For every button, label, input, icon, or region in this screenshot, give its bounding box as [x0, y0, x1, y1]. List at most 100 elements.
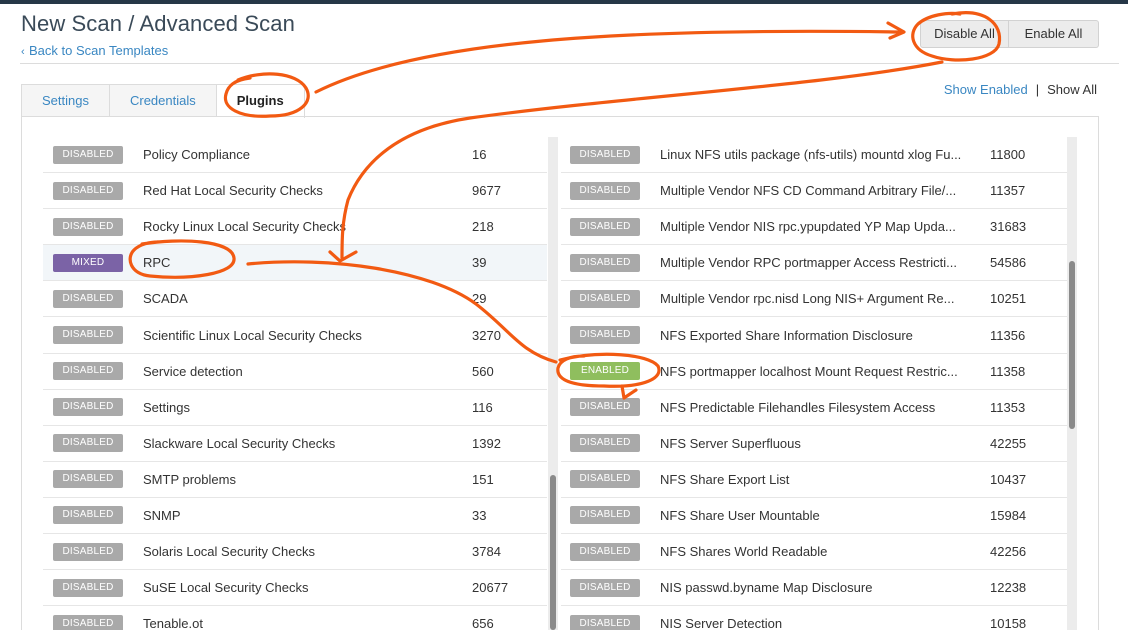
family-row[interactable]: DISABLED SMTP problems 151: [43, 462, 547, 498]
status-toggle-disabled[interactable]: DISABLED: [53, 398, 123, 417]
plugin-count: 116: [472, 399, 493, 415]
status-toggle-disabled[interactable]: DISABLED: [53, 289, 123, 308]
family-row[interactable]: DISABLED Settings 116: [43, 390, 547, 426]
arrowhead-disable-all: [886, 21, 906, 40]
family-row[interactable]: DISABLED Policy Compliance 16: [43, 137, 547, 174]
plugin-row-name: NFS Exported Share Information Disclosur…: [660, 327, 913, 343]
plugin-row[interactable]: DISABLED NFS Share User Mountable 15984: [561, 498, 1069, 535]
plugin-id: 31683: [990, 219, 1027, 235]
status-toggle-disabled[interactable]: DISABLED: [53, 470, 123, 489]
plugin-id: 11358: [990, 363, 1026, 379]
family-row[interactable]: DISABLED Tenable.ot 656: [43, 606, 547, 630]
status-toggle-disabled[interactable]: DISABLED: [570, 398, 640, 417]
tab-credentials[interactable]: Credentials: [109, 84, 217, 117]
plugin-id: 15984: [990, 507, 1027, 523]
plugin-count: 16: [472, 147, 487, 163]
status-toggle-disabled[interactable]: DISABLED: [53, 506, 123, 525]
family-row-name: Slackware Local Security Checks: [143, 435, 336, 451]
plugin-count: 39: [472, 255, 487, 271]
plugin-row-name: NFS Share User Mountable: [660, 507, 820, 523]
status-toggle-disabled[interactable]: DISABLED: [53, 614, 123, 630]
family-row-name: Scientific Linux Local Security Checks: [143, 327, 362, 343]
plugin-row[interactable]: DISABLED NIS passwd.byname Map Disclosure…: [561, 570, 1069, 607]
disable-all-button[interactable]: Disable All: [920, 20, 1009, 48]
plugin-id: 11800: [990, 147, 1026, 163]
plugin-row[interactable]: DISABLED Multiple Vendor NIS rpc.ypupdate…: [561, 209, 1069, 246]
status-toggle-disabled[interactable]: DISABLED: [53, 181, 123, 200]
plugin-count: 218: [472, 219, 494, 235]
plugin-row[interactable]: ENABLED NFS portmapper localhost Mount Re…: [561, 354, 1069, 390]
plugin-visibility-filter: Show Enabled | Show All: [944, 82, 1097, 97]
family-row-name: Settings: [143, 399, 190, 415]
family-row[interactable]: DISABLED Scientific Linux Local Security …: [43, 317, 547, 354]
plugin-list-scroll-thumb[interactable]: [1069, 261, 1075, 429]
plugin-row[interactable]: DISABLED NFS Predictable Filehandles File…: [561, 390, 1069, 426]
status-toggle-disabled[interactable]: DISABLED: [570, 470, 640, 489]
family-row-name: SNMP: [143, 507, 181, 523]
enable-all-button[interactable]: Enable All: [1009, 20, 1099, 48]
tab-plugins[interactable]: Plugins: [216, 84, 305, 118]
status-toggle-disabled[interactable]: DISABLED: [53, 542, 123, 561]
filter-separator: |: [1035, 82, 1040, 97]
tab-settings[interactable]: Settings: [21, 84, 110, 117]
status-toggle-disabled[interactable]: DISABLED: [53, 326, 123, 345]
plugin-count: 560: [472, 363, 494, 379]
plugin-count: 20677: [472, 580, 509, 596]
plugin-row[interactable]: DISABLED NFS Server Superfluous 42255: [561, 426, 1069, 462]
status-toggle-disabled[interactable]: DISABLED: [570, 253, 640, 272]
plugin-row[interactable]: DISABLED Linux NFS utils package (nfs-uti…: [561, 137, 1069, 174]
status-toggle-disabled[interactable]: DISABLED: [53, 434, 123, 453]
family-row[interactable]: DISABLED Solaris Local Security Checks 378…: [43, 534, 547, 571]
family-row-name: Tenable.ot: [143, 616, 203, 630]
status-toggle-disabled[interactable]: DISABLED: [53, 217, 123, 236]
family-row[interactable]: DISABLED SNMP 33: [43, 498, 547, 535]
family-row[interactable]: MIXED RPC 39: [43, 245, 547, 282]
plugin-row[interactable]: DISABLED Multiple Vendor rpc.nisd Long NI…: [561, 281, 1069, 318]
family-row[interactable]: DISABLED Slackware Local Security Checks 1…: [43, 426, 547, 462]
family-row[interactable]: DISABLED SuSE Local Security Checks 20677: [43, 570, 547, 607]
status-toggle-disabled[interactable]: DISABLED: [53, 578, 123, 597]
status-toggle-disabled[interactable]: DISABLED: [570, 542, 640, 561]
status-toggle-disabled[interactable]: DISABLED: [570, 614, 640, 630]
plugin-row[interactable]: DISABLED NFS Share Export List 10437: [561, 462, 1069, 498]
status-toggle-mixed[interactable]: MIXED: [53, 253, 123, 272]
status-toggle-enabled[interactable]: ENABLED: [570, 362, 640, 381]
status-toggle-disabled[interactable]: DISABLED: [570, 181, 640, 200]
plugin-row-name: NIS passwd.byname Map Disclosure: [660, 580, 873, 596]
family-row[interactable]: DISABLED SCADA 29: [43, 281, 547, 318]
show-all-link[interactable]: Show All: [1047, 82, 1097, 97]
plugin-row-name: Multiple Vendor NFS CD Command Arbitrary…: [660, 183, 957, 199]
family-list-scrollbar[interactable]: [548, 137, 558, 630]
status-toggle-disabled[interactable]: DISABLED: [570, 145, 640, 164]
plugin-id: 12238: [990, 580, 1027, 596]
plugin-row[interactable]: DISABLED NIS Server Detection 10158: [561, 606, 1069, 630]
plugin-row[interactable]: DISABLED NFS Shares World Readable 42256: [561, 534, 1069, 571]
plugin-row[interactable]: DISABLED NFS Exported Share Information D…: [561, 317, 1069, 354]
plugin-id: 11357: [990, 183, 1026, 199]
status-toggle-disabled[interactable]: DISABLED: [570, 506, 640, 525]
family-row[interactable]: DISABLED Rocky Linux Local Security Check…: [43, 209, 547, 246]
plugin-row-name: Multiple Vendor RPC portmapper Access Re…: [660, 255, 957, 271]
family-row-name: Policy Compliance: [143, 147, 250, 163]
plugin-row[interactable]: DISABLED Multiple Vendor NFS CD Command A…: [561, 173, 1069, 210]
plugin-id: 42256: [990, 544, 1027, 560]
status-toggle-disabled[interactable]: DISABLED: [570, 434, 640, 453]
status-toggle-disabled[interactable]: DISABLED: [570, 289, 640, 308]
status-toggle-disabled[interactable]: DISABLED: [53, 145, 123, 164]
plugin-count: 29: [472, 291, 487, 307]
status-toggle-disabled[interactable]: DISABLED: [570, 326, 640, 345]
show-enabled-link[interactable]: Show Enabled: [944, 82, 1028, 97]
plugin-list-scrollbar[interactable]: [1067, 137, 1077, 630]
family-row-name: Rocky Linux Local Security Checks: [143, 219, 347, 235]
family-row-name: Solaris Local Security Checks: [143, 544, 315, 560]
plugin-row[interactable]: DISABLED Multiple Vendor RPC portmapper A…: [561, 245, 1069, 282]
status-toggle-disabled[interactable]: DISABLED: [570, 217, 640, 236]
family-row[interactable]: DISABLED Service detection 560: [43, 354, 547, 390]
status-toggle-disabled[interactable]: DISABLED: [570, 578, 640, 597]
family-row[interactable]: DISABLED Red Hat Local Security Checks 967…: [43, 173, 547, 210]
back-to-scan-templates-link[interactable]: ‹ Back to Scan Templates: [21, 43, 168, 58]
family-list-scroll-thumb[interactable]: [550, 475, 556, 630]
plugin-id: 11356: [990, 327, 1026, 343]
status-toggle-disabled[interactable]: DISABLED: [53, 362, 123, 381]
plugin-list: DISABLED Linux NFS utils package (nfs-uti…: [561, 137, 1069, 630]
